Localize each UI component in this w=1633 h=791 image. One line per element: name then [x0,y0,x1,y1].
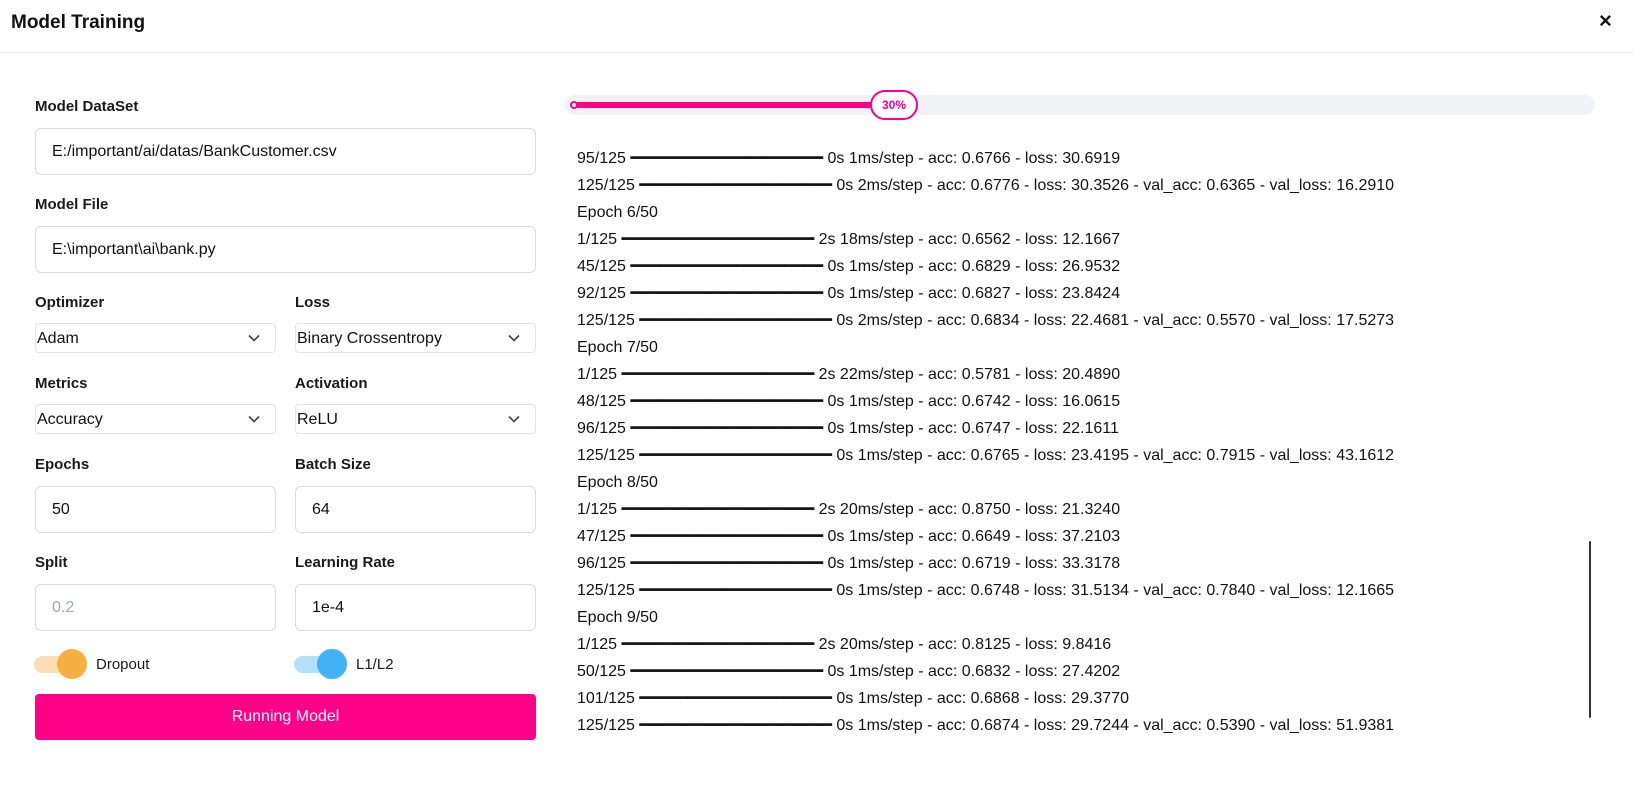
progress-percent-badge: 30% [870,90,918,120]
dataset-input[interactable] [35,128,536,175]
l1l2-toggle-knob [317,649,347,679]
close-icon[interactable]: × [1599,10,1612,32]
log-line: 1/125 ━━━━━━━━━━━━━━━━━━━━ 2s 22ms/step … [577,366,1121,383]
log-line: Epoch 8/50 [577,474,658,491]
log-line: Epoch 9/50 [577,609,658,626]
log-line: 125/125 ━━━━━━━━━━━━━━━━━━━━ 0s 2ms/step… [577,177,1395,194]
metrics-label: Metrics [35,375,88,392]
log-line: 125/125 ━━━━━━━━━━━━━━━━━━━━ 0s 1ms/step… [577,717,1395,734]
split-input[interactable] [35,584,276,631]
dialog-title: Model Training [11,12,146,33]
optimizer-value: Adam [37,330,79,347]
epochs-input[interactable] [35,486,276,533]
log-line: 1/125 ━━━━━━━━━━━━━━━━━━━━ 2s 20ms/step … [577,501,1121,518]
split-label: Split [35,554,68,571]
training-progress-bar: 30% [565,90,1595,120]
log-line: 96/125 ━━━━━━━━━━━━━━━━━━━━ 0s 1ms/step … [577,420,1119,437]
log-line: 47/125 ━━━━━━━━━━━━━━━━━━━━ 0s 1ms/step … [577,528,1121,545]
log-line: 48/125 ━━━━━━━━━━━━━━━━━━━━ 0s 1ms/step … [577,393,1121,410]
training-log[interactable]: 95/125 ━━━━━━━━━━━━━━━━━━━━ 0s 1ms/step … [565,145,1595,747]
model-file-input[interactable] [35,226,536,273]
activation-value: ReLU [297,411,338,428]
log-line: 125/125 ━━━━━━━━━━━━━━━━━━━━ 0s 1ms/step… [577,447,1395,464]
chevron-down-icon [248,415,260,423]
optimizer-select[interactable]: Adam [35,323,276,353]
loss-select[interactable]: Binary Crossentropy [295,323,536,353]
log-line: 1/125 ━━━━━━━━━━━━━━━━━━━━ 2s 20ms/step … [577,636,1112,653]
learning-rate-input[interactable] [295,584,536,631]
model-file-label: Model File [35,196,109,213]
epochs-label: Epochs [35,456,90,473]
chevron-down-icon [508,334,520,342]
activation-select[interactable]: ReLU [295,404,536,434]
chevron-down-icon [508,415,520,423]
dropout-toggle[interactable]: Dropout [34,649,184,679]
learning-rate-label: Learning Rate [295,554,396,571]
activation-label: Activation [295,375,368,392]
metrics-value: Accuracy [37,411,103,428]
dataset-label: Model DataSet [35,98,139,115]
log-line: 95/125 ━━━━━━━━━━━━━━━━━━━━ 0s 1ms/step … [577,150,1121,167]
dropout-label: Dropout [96,656,150,673]
chevron-down-icon [248,334,260,342]
log-line: 96/125 ━━━━━━━━━━━━━━━━━━━━ 0s 1ms/step … [577,555,1121,572]
log-line: 101/125 ━━━━━━━━━━━━━━━━━━━━ 0s 1ms/step… [577,690,1129,707]
log-line: 125/125 ━━━━━━━━━━━━━━━━━━━━ 0s 1ms/step… [577,582,1395,599]
log-line: 50/125 ━━━━━━━━━━━━━━━━━━━━ 0s 1ms/step … [577,663,1121,680]
log-line: 92/125 ━━━━━━━━━━━━━━━━━━━━ 0s 1ms/step … [577,285,1121,302]
l1l2-toggle[interactable]: L1/L2 [294,649,444,679]
log-scrollbar[interactable] [1589,541,1591,718]
batch-size-label: Batch Size [295,456,371,473]
dialog-header: Model Training × [0,0,1633,53]
progress-fill [570,102,876,108]
progress-start-dot [570,101,578,109]
batch-size-input[interactable] [295,486,536,533]
log-line: 1/125 ━━━━━━━━━━━━━━━━━━━━ 2s 18ms/step … [577,231,1121,248]
metrics-select[interactable]: Accuracy [35,404,276,434]
log-line: 125/125 ━━━━━━━━━━━━━━━━━━━━ 0s 2ms/step… [577,312,1395,329]
loss-value: Binary Crossentropy [297,330,442,347]
optimizer-label: Optimizer [35,294,105,311]
run-model-button[interactable]: Running Model [35,694,536,740]
log-line: Epoch 7/50 [577,339,658,356]
l1l2-label: L1/L2 [356,656,394,673]
loss-label: Loss [295,294,331,311]
log-line: 45/125 ━━━━━━━━━━━━━━━━━━━━ 0s 1ms/step … [577,258,1121,275]
dropout-toggle-knob [57,649,87,679]
log-line: Epoch 6/50 [577,204,658,221]
